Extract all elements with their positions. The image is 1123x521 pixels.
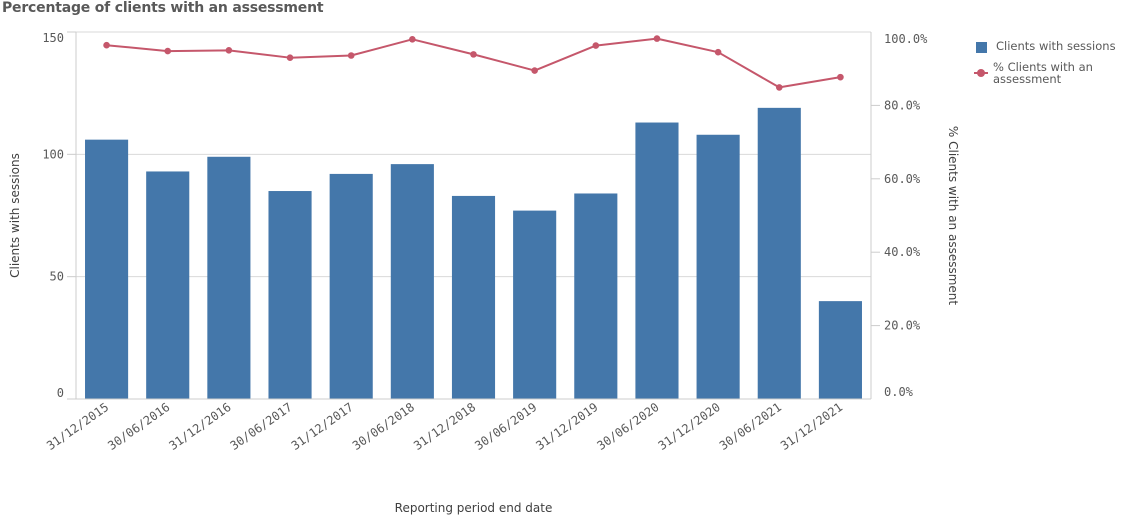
x-tick-label: 31/12/2021 bbox=[778, 400, 845, 453]
bar[interactable] bbox=[635, 122, 679, 399]
x-tick-label: 31/12/2020 bbox=[656, 400, 723, 453]
y-left-tick-label: 100 bbox=[42, 147, 64, 161]
line-point[interactable] bbox=[103, 41, 110, 49]
chart-canvas: 0 50 100 150 0.0% 20.0% 40.0% 60.0% 80.0% 100.0% 3… bbox=[8, 31, 960, 515]
line-point[interactable] bbox=[409, 36, 416, 43]
line-point[interactable] bbox=[837, 73, 844, 81]
bar[interactable] bbox=[818, 301, 862, 399]
line-path bbox=[106, 37, 841, 89]
bar[interactable] bbox=[268, 191, 312, 399]
bar[interactable] bbox=[329, 173, 373, 399]
y-left-axis-title: Clients with sessions bbox=[8, 153, 22, 278]
x-tick-label: 31/12/2017 bbox=[289, 400, 356, 453]
line-point[interactable] bbox=[347, 52, 355, 59]
y-right-tick-label: 0.0% bbox=[884, 385, 914, 399]
legend-label: % Clients with an assessment bbox=[993, 60, 1093, 86]
y-right-tick-label: 60.0% bbox=[884, 172, 921, 186]
x-tick-label: 31/12/2016 bbox=[166, 400, 233, 453]
bar[interactable] bbox=[757, 107, 801, 399]
legend: Clients with sessions % Clients with an … bbox=[974, 40, 1116, 93]
line-point[interactable] bbox=[531, 67, 538, 74]
line-point[interactable] bbox=[714, 48, 722, 56]
line-point[interactable] bbox=[286, 54, 294, 61]
x-axis-title: Reporting period end date bbox=[395, 501, 553, 515]
bar[interactable] bbox=[696, 134, 740, 399]
legend-item-line[interactable]: % Clients with an assessment bbox=[974, 60, 1116, 86]
y-left-tick-label: 0 bbox=[57, 386, 64, 400]
x-tick-label: 31/12/2019 bbox=[533, 400, 600, 453]
x-tick-label: 31/12/2018 bbox=[411, 400, 478, 453]
line-point[interactable] bbox=[653, 35, 661, 42]
legend-square-icon bbox=[976, 42, 987, 53]
y-right-tick-label: 100.0% bbox=[884, 32, 928, 46]
y-right-axis-title: % Clients with an assessment bbox=[946, 126, 960, 305]
line-series bbox=[103, 35, 844, 91]
bar[interactable] bbox=[146, 171, 190, 399]
line-point[interactable] bbox=[225, 47, 233, 54]
x-tick-label: 30/06/2021 bbox=[717, 400, 784, 453]
legend-label: Clients with sessions bbox=[996, 39, 1116, 53]
legend-item-bar[interactable]: Clients with sessions bbox=[976, 40, 1116, 53]
y-right-tick-label: 20.0% bbox=[884, 319, 921, 333]
y-left-tick-label: 50 bbox=[50, 270, 64, 284]
y-right-tick-label: 80.0% bbox=[884, 98, 921, 112]
bar-series bbox=[85, 107, 862, 400]
line-point[interactable] bbox=[592, 42, 600, 49]
bar[interactable] bbox=[513, 210, 557, 399]
x-tick-label: 30/06/2018 bbox=[350, 400, 417, 453]
x-tick-label: 30/06/2019 bbox=[472, 400, 539, 453]
bar[interactable] bbox=[390, 164, 434, 399]
line-point[interactable] bbox=[470, 51, 477, 58]
legend-line-marker-icon bbox=[974, 67, 988, 81]
y-right-tick-label: 40.0% bbox=[884, 245, 921, 259]
x-tick-label: 30/06/2017 bbox=[228, 400, 295, 453]
y-left-tick-label: 150 bbox=[42, 31, 64, 45]
bar[interactable] bbox=[451, 195, 496, 399]
x-tick-label: 30/06/2016 bbox=[105, 400, 172, 453]
x-tick-label: 31/12/2015 bbox=[44, 400, 111, 453]
bar[interactable] bbox=[85, 139, 129, 400]
line-point[interactable] bbox=[775, 84, 783, 91]
bar[interactable] bbox=[574, 193, 618, 399]
x-tick-label: 30/06/2020 bbox=[594, 400, 661, 453]
line-point[interactable] bbox=[164, 47, 172, 55]
bar[interactable] bbox=[207, 156, 251, 399]
